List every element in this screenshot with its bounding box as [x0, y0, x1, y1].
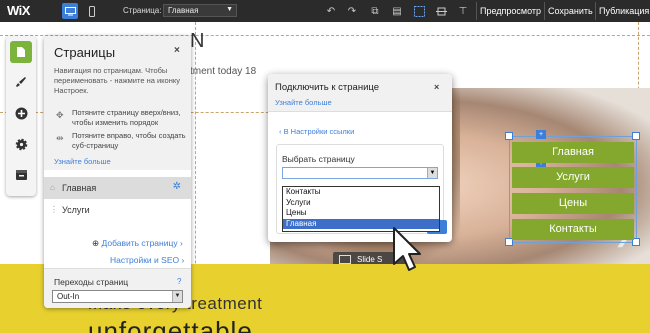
- back-to-link-settings[interactable]: ‹ В Настройки ссылки: [279, 127, 354, 136]
- add-element-icon[interactable]: [10, 102, 32, 124]
- page-selector[interactable]: Главная ▼: [163, 4, 237, 17]
- settings-gear-icon[interactable]: [10, 133, 32, 155]
- editor-topbar: WiX Страница: Главная ▼ ↶ ↷ ⧉ ▤ ⊤ Предпр…: [0, 0, 650, 22]
- add-circle-icon: ⊕: [92, 238, 100, 248]
- home-icon: ⌂: [50, 183, 55, 192]
- add-page-label: Добавить страницу: [101, 238, 178, 248]
- site-tagline[interactable]: tment today 18: [190, 66, 256, 77]
- page-select[interactable]: ▼: [282, 167, 438, 179]
- undo-icon[interactable]: ↶: [323, 3, 339, 19]
- site-title[interactable]: N: [190, 30, 205, 53]
- site-headline-large[interactable]: unforgettable: [88, 316, 253, 333]
- pages-panel-header: Страницы × Навигация по страницам. Чтобы…: [44, 36, 191, 170]
- topbar-divider: [595, 2, 596, 20]
- resize-handle[interactable]: [632, 132, 640, 140]
- hint-subpage: Потяните вправо, чтобы создать суб-стран…: [72, 131, 186, 150]
- drag-handle-icon: ⋮: [50, 205, 58, 214]
- page-item-services[interactable]: ⋮ Услуги: [44, 199, 191, 221]
- dialog-title: Подключить к странице: [275, 82, 379, 93]
- left-toolbar: [6, 36, 36, 196]
- app-market-icon[interactable]: [10, 164, 32, 186]
- grid-icon[interactable]: [411, 3, 427, 19]
- wix-logo: WiX: [7, 3, 30, 18]
- page-selector-value: Главная: [168, 6, 199, 15]
- drag-horizontal-icon: ⇹: [56, 133, 64, 143]
- page-settings-gear-icon[interactable]: ✲: [173, 181, 181, 192]
- chevron-down-icon: ▼: [172, 291, 182, 302]
- topbar-divider: [476, 2, 477, 20]
- site-menu-item-prices[interactable]: Цены: [512, 193, 634, 214]
- page-item-home[interactable]: ⌂ Главная ✲: [44, 177, 191, 199]
- resize-handle[interactable]: [505, 132, 513, 140]
- close-icon[interactable]: ×: [434, 82, 439, 92]
- learn-more-link[interactable]: Узнайте больше: [54, 157, 111, 166]
- transitions-value: Out-In: [57, 292, 80, 301]
- chevron-right-icon: ›: [181, 255, 185, 265]
- dropdown-option-prices[interactable]: Цены: [283, 208, 439, 219]
- dropdown-option-services[interactable]: Услуги: [283, 198, 439, 209]
- seo-settings-label: Настройки и SEO: [110, 255, 180, 265]
- transitions-section: Переходы страниц ? Out-In ▼: [44, 268, 191, 308]
- chevron-down-icon: ▼: [226, 6, 233, 13]
- transitions-select[interactable]: Out-In ▼: [52, 290, 183, 303]
- ruler-icon[interactable]: ⊤: [455, 3, 471, 19]
- pages-panel: Страницы × Навигация по страницам. Чтобы…: [44, 36, 191, 308]
- hint-reorder: Потяните страницу вверх/вниз, чтобы изме…: [72, 108, 181, 127]
- copy-icon[interactable]: ⧉: [367, 3, 383, 19]
- paste-icon[interactable]: ▤: [389, 3, 405, 19]
- preview-button[interactable]: Предпросмотр: [480, 6, 541, 16]
- close-icon[interactable]: ×: [174, 45, 180, 56]
- back-link-label: В Настройки ссылки: [283, 127, 355, 136]
- site-menu-item-contacts[interactable]: Контакты: [512, 219, 634, 240]
- chevron-right-icon: ›: [179, 238, 183, 248]
- pages-panel-title: Страницы: [54, 45, 116, 60]
- site-menu-item-home[interactable]: Главная: [512, 142, 634, 163]
- dialog-header: Подключить к странице × Узнайте больше: [268, 74, 452, 112]
- mobile-view-icon[interactable]: [84, 3, 100, 19]
- save-button[interactable]: Сохранить: [548, 6, 593, 16]
- page-item-label: Услуги: [62, 205, 90, 215]
- topbar-divider: [544, 2, 545, 20]
- pages-panel-description: Навигация по страницам. Чтобы переименов…: [54, 66, 180, 95]
- snap-icon[interactable]: [433, 3, 449, 19]
- chevron-down-icon: ▼: [427, 168, 437, 178]
- page-item-label: Главная: [62, 183, 97, 193]
- pages-tool-icon[interactable]: [10, 41, 32, 63]
- seo-settings-link[interactable]: Настройки и SEO ›: [110, 255, 184, 265]
- help-icon[interactable]: ?: [177, 277, 181, 286]
- dialog-learn-more-link[interactable]: Узнайте больше: [275, 98, 332, 107]
- drag-vertical-icon: ✥: [56, 110, 64, 120]
- drag-handle-icon[interactable]: +: [536, 130, 546, 139]
- select-page-label: Выбрать страницу: [282, 154, 355, 164]
- publish-button[interactable]: Публикация: [599, 6, 649, 16]
- desktop-view-icon[interactable]: [62, 3, 78, 19]
- site-menu-item-services[interactable]: Услуги: [512, 167, 634, 188]
- transitions-label: Переходы страниц: [54, 277, 129, 287]
- page-label: Страница:: [123, 6, 162, 15]
- mouse-cursor-icon: [393, 227, 421, 271]
- image-icon: [339, 255, 351, 264]
- dropdown-option-contacts[interactable]: Контакты: [283, 187, 439, 198]
- slideshow-label-text: Slide S: [357, 255, 383, 264]
- add-page-button[interactable]: ⊕ Добавить страницу ›: [92, 238, 183, 249]
- redo-icon[interactable]: ↷: [344, 3, 360, 19]
- design-brush-icon[interactable]: [10, 71, 32, 93]
- chevron-left-icon: ‹: [279, 127, 282, 136]
